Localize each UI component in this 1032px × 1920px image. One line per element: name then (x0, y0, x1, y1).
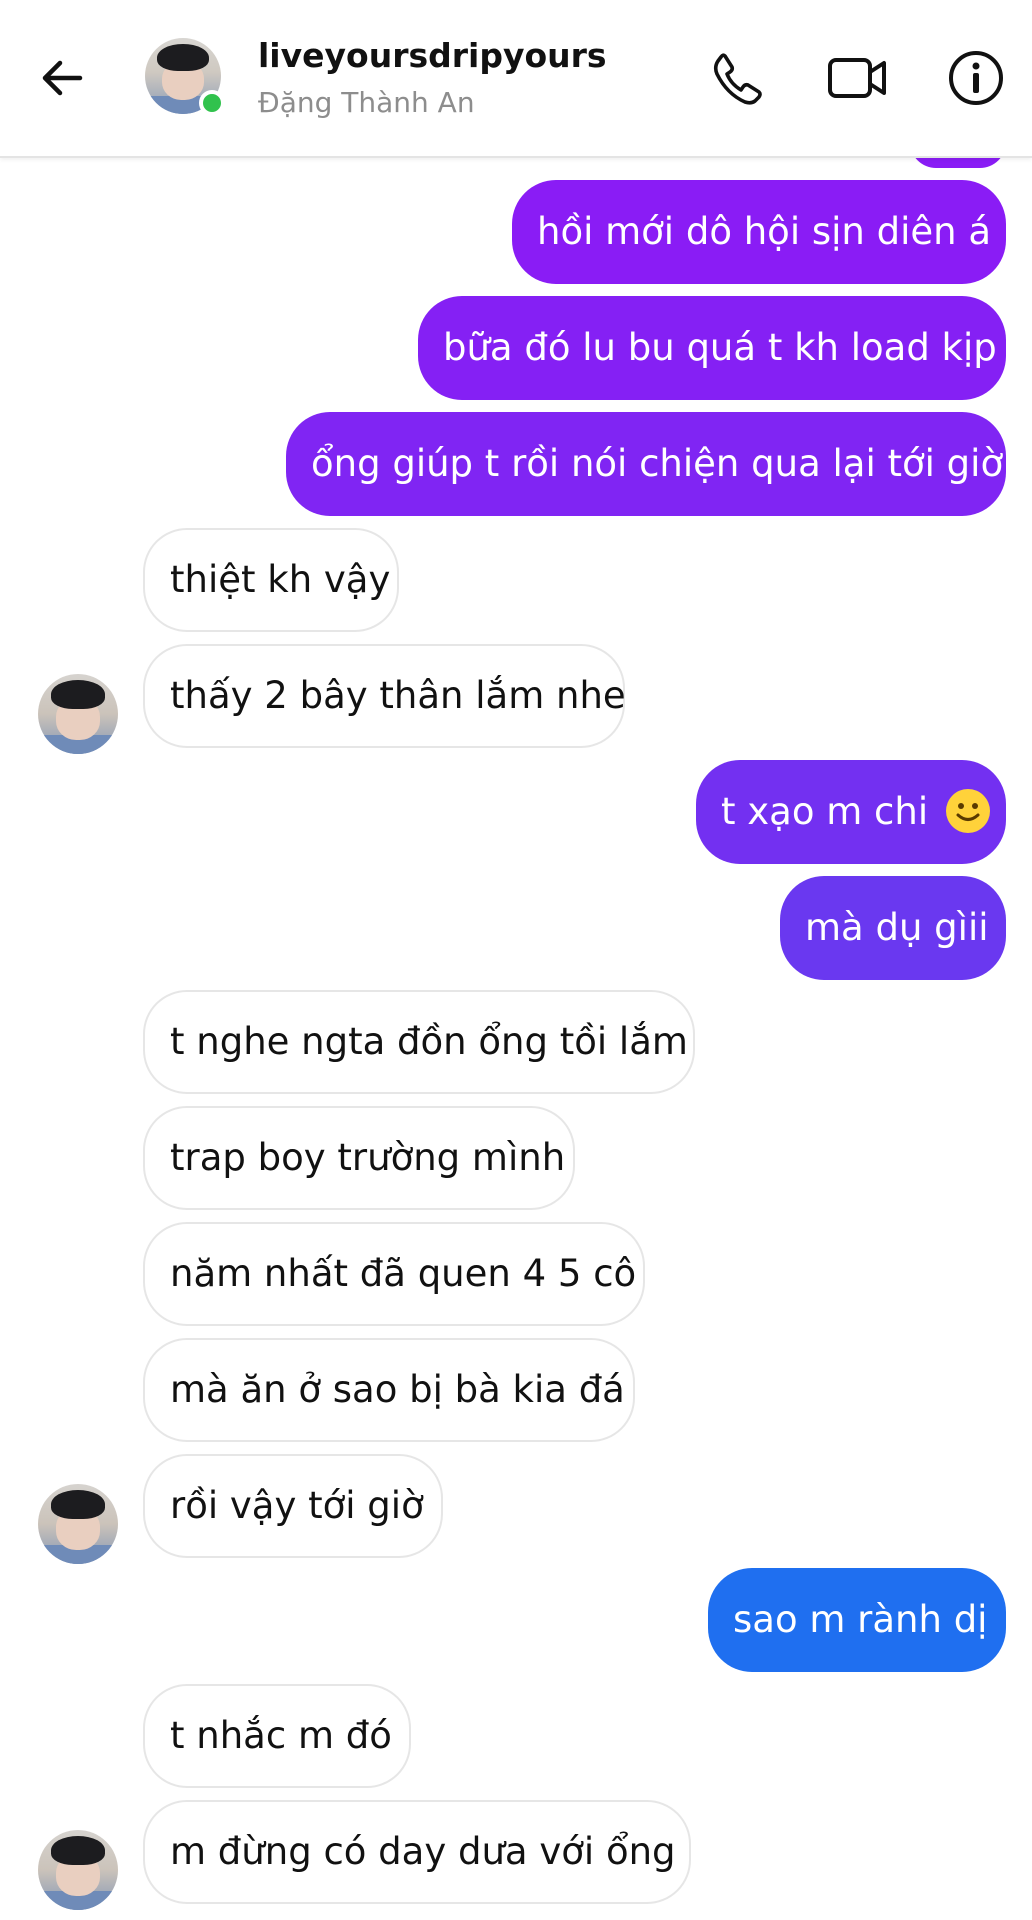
chat-header: liveyoursdripyours Đặng Thành An (0, 0, 1032, 158)
sender-avatar[interactable] (38, 1484, 118, 1564)
smiling-face-emoji-icon (945, 788, 990, 833)
message-bubble-incoming[interactable]: trap boy trường mình (143, 1106, 575, 1210)
contact-username[interactable]: liveyoursdripyours (258, 36, 607, 75)
message-bubble-outgoing[interactable]: bữa đó lu bu quá t kh load kịp (418, 296, 1006, 400)
message-bubble-outgoing[interactable]: ổng giúp t rồi nói chiện qua lại tới giờ (286, 412, 1006, 516)
message-bubble-incoming[interactable]: năm nhất đã quen 4 5 cô (143, 1222, 645, 1326)
contact-avatar[interactable] (145, 38, 225, 116)
message-bubble-incoming[interactable]: m đừng có day dưa với ổng (143, 1800, 691, 1904)
video-camera-icon[interactable] (826, 48, 886, 108)
message-bubble-incoming[interactable]: rồi vậy tới giờ (143, 1454, 443, 1558)
message-text: t xạo m chi (721, 790, 929, 833)
sender-avatar[interactable] (38, 674, 118, 754)
phone-icon[interactable] (707, 48, 767, 108)
back-arrow-icon[interactable] (36, 50, 92, 106)
message-bubble-outgoing[interactable]: t xạo m chi (696, 760, 1006, 864)
message-bubble-incoming[interactable]: t nghe ngta đồn ổng tồi lắm (143, 990, 695, 1094)
message-thread: hồi mới dô hội sịn diên á bữa đó lu bu q… (0, 0, 1032, 1920)
message-bubble-incoming[interactable]: mà ăn ở sao bị bà kia đá (143, 1338, 635, 1442)
sender-avatar[interactable] (38, 1830, 118, 1910)
info-icon[interactable] (946, 48, 1006, 108)
message-bubble-incoming[interactable]: thiệt kh vậy (143, 528, 399, 632)
online-status-dot (199, 90, 225, 116)
message-bubble-outgoing[interactable]: hồi mới dô hội sịn diên á (512, 180, 1006, 284)
message-bubble-outgoing[interactable]: sao m rành dị (708, 1568, 1006, 1672)
contact-full-name: Đặng Thành An (258, 86, 475, 119)
message-bubble-incoming[interactable]: t nhắc m đó (143, 1684, 411, 1788)
message-bubble-outgoing[interactable]: mà dụ gìii (780, 876, 1006, 980)
message-bubble-incoming[interactable]: thấy 2 bây thân lắm nhe (143, 644, 626, 748)
